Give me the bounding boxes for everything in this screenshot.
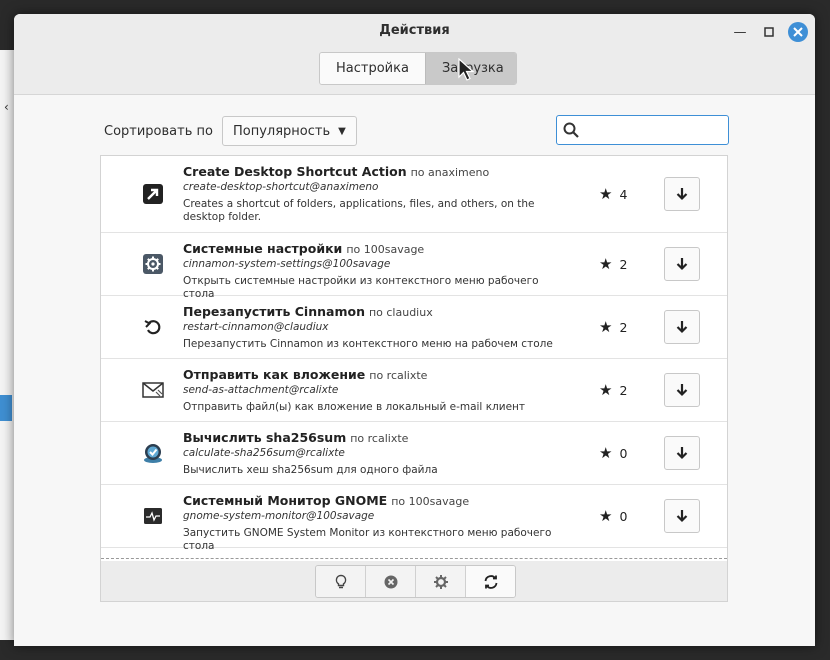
list-item[interactable]: Перезапустить Cinnamon по claudiux resta… (101, 296, 727, 359)
system-monitor-icon (144, 508, 162, 524)
mouse-cursor-icon (458, 58, 475, 81)
action-rating: ★ 2 (599, 255, 627, 273)
action-uuid: create-desktop-shortcut@anaximeno (183, 181, 379, 193)
tab-settings[interactable]: Настройка (320, 53, 425, 84)
search-icon (563, 122, 579, 138)
action-uuid: gnome-system-monitor@100savage (183, 510, 375, 522)
action-description: Вычислить хеш sha256sum для одного файла (183, 464, 438, 476)
rating-value: 2 (619, 256, 628, 272)
actions-list: Create Desktop Shortcut Action по anaxim… (100, 155, 728, 563)
action-rating: ★ 0 (599, 507, 627, 525)
action-name: Вычислить sha256sum (183, 430, 347, 445)
search-field[interactable] (556, 115, 729, 145)
refresh-icon (484, 574, 497, 589)
settings-gear-icon (143, 254, 163, 274)
action-uuid: cinnamon-system-settings@100savage (183, 258, 391, 270)
close-button[interactable] (788, 22, 808, 42)
list-item[interactable]: Системный Монитор GNOME по 100savage gno… (101, 485, 727, 552)
tab-bar: Настройка Загрузка (319, 52, 517, 85)
action-uuid: send-as-attachment@rcalixte (183, 384, 339, 396)
download-button[interactable] (664, 310, 700, 344)
download-arrow-icon (676, 188, 688, 201)
action-author: по 100savage (391, 495, 470, 508)
rating-value: 0 (619, 508, 628, 524)
maximize-button[interactable] (759, 22, 779, 42)
list-item[interactable]: Вычислить sha256sum по rcalixte calculat… (101, 422, 727, 485)
action-rating: ★ 2 (599, 381, 627, 399)
window-title: Действия (379, 23, 450, 38)
star-icon: ★ (599, 381, 613, 399)
sort-label: Сортировать по (104, 123, 213, 139)
action-rating: ★ 4 (599, 185, 627, 203)
rating-value: 0 (619, 445, 628, 461)
action-author: по claudiux (368, 306, 433, 319)
action-uuid: calculate-sha256sum@rcalixte (183, 447, 345, 459)
star-icon: ★ (599, 318, 613, 336)
download-button[interactable] (664, 436, 700, 470)
list-item[interactable]: Create Desktop Shortcut Action по anaxim… (101, 156, 727, 233)
list-item[interactable]: Системные настройки по 100savage cinnamo… (101, 233, 727, 300)
download-arrow-icon (676, 321, 688, 334)
action-description: Отправить файл(ы) как вложение в локальн… (183, 401, 526, 413)
action-description: Перезапустить Cinnamon из контекстного м… (183, 338, 553, 350)
rating-value: 4 (619, 186, 628, 202)
action-name: Отправить как вложение (183, 367, 366, 382)
action-author: по rcalixte (350, 432, 409, 445)
list-item[interactable]: Отправить как вложение по rcalixte send-… (101, 359, 727, 422)
lightbulb-icon (335, 574, 346, 588)
action-name: Системные настройки (183, 241, 343, 256)
arrow-shortcut-icon (143, 184, 163, 204)
download-button[interactable] (664, 247, 700, 281)
download-button[interactable] (664, 177, 700, 211)
action-description: Запустить GNOME System Monitor из контек… (183, 527, 552, 552)
download-arrow-icon (676, 510, 688, 523)
configure-button[interactable] (416, 566, 466, 597)
star-icon: ★ (599, 185, 613, 203)
toolbar-button-group (315, 565, 516, 598)
action-name: Системный Монитор GNOME (183, 493, 388, 508)
star-icon: ★ (599, 444, 613, 462)
download-button[interactable] (664, 373, 700, 407)
star-icon: ★ (599, 255, 613, 273)
action-description: Creates a shortcut of folders, applicati… (183, 198, 535, 223)
action-uuid: restart-cinnamon@claudiux (183, 321, 329, 333)
download-arrow-icon (676, 258, 688, 271)
sort-selected: Популярность (232, 123, 331, 139)
action-name: Перезапустить Cinnamon (183, 304, 365, 319)
action-author: по rcalixte (369, 369, 428, 382)
search-input[interactable] (585, 121, 719, 139)
close-icon (793, 27, 803, 37)
bottom-toolbar (100, 561, 728, 602)
maximize-icon (764, 27, 774, 37)
minimize-button[interactable]: — (730, 22, 750, 42)
rating-value: 2 (619, 382, 628, 398)
action-author: по 100savage (346, 243, 425, 256)
restart-icon (144, 320, 161, 335)
uninstall-button[interactable] (366, 566, 416, 597)
sort-dropdown[interactable]: Популярность ▼ (221, 116, 357, 146)
download-button[interactable] (664, 499, 700, 533)
action-name: Create Desktop Shortcut Action (183, 164, 407, 179)
refresh-button[interactable] (466, 566, 515, 597)
actions-window: Действия — Настройка Загрузка Сортироват… (14, 14, 815, 646)
info-button[interactable] (316, 566, 366, 597)
gear-icon (433, 574, 448, 589)
sort-row: Сортировать по Популярность ▼ (104, 116, 357, 146)
action-rating: ★ 2 (599, 318, 627, 336)
rating-value: 2 (619, 319, 628, 335)
action-rating: ★ 0 (599, 444, 627, 462)
checksum-badge-icon (144, 444, 162, 463)
titlebar: Действия — Настройка Загрузка (14, 14, 815, 95)
mail-attachment-icon (142, 382, 164, 398)
bg-chevron-icon: ‹ (4, 100, 9, 114)
download-arrow-icon (676, 384, 688, 397)
caret-down-icon: ▼ (338, 125, 346, 137)
download-arrow-icon (676, 447, 688, 460)
bg-selected-item (0, 395, 12, 421)
star-icon: ★ (599, 507, 613, 525)
remove-icon (384, 575, 397, 588)
action-author: по anaximeno (410, 166, 490, 179)
